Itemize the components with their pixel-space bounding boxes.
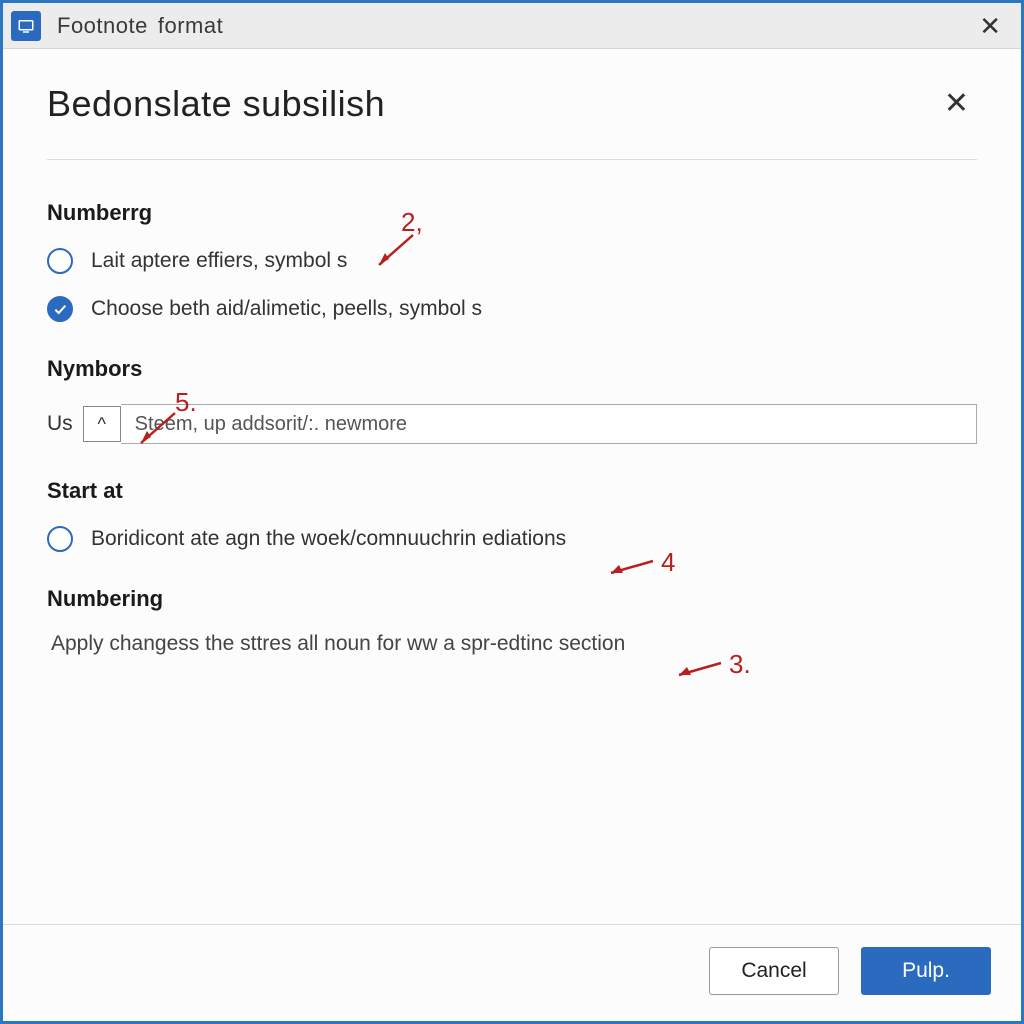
radio-label: Lait aptere effiers, symbol s bbox=[91, 249, 347, 273]
app-icon bbox=[11, 11, 41, 41]
divider bbox=[47, 159, 977, 160]
radio-label: Choose beth aid/alimetic, peells, symbol… bbox=[91, 297, 482, 321]
combo-input[interactable]: Steem, up addsorit/:. newmore bbox=[121, 404, 977, 444]
us-label: Us bbox=[47, 412, 73, 436]
dialog-footer: Cancel Pulp. bbox=[3, 924, 1021, 1021]
primary-button[interactable]: Pulp. bbox=[861, 947, 991, 995]
radio-label: Boridicont ate agn the woek/comnuuchrin … bbox=[91, 527, 566, 551]
section-label-nymbors: Nymbors bbox=[47, 356, 977, 382]
dialog-content: Bedonslate subsilish ✕ Numberrg Lait apt… bbox=[3, 49, 1021, 924]
cancel-button[interactable]: Cancel bbox=[709, 947, 839, 995]
section-label-numberrg: Numberrg bbox=[47, 200, 977, 226]
stepper-up-button[interactable]: ^ bbox=[83, 406, 121, 442]
window-close-button[interactable]: ✕ bbox=[969, 9, 1011, 43]
dialog-heading: Bedonslate subsilish bbox=[47, 83, 385, 125]
dialog-window: Footnoteformat ✕ Bedonslate subsilish ✕ … bbox=[0, 0, 1024, 1024]
radio-option-start-at[interactable]: Boridicont ate agn the woek/comnuuchrin … bbox=[47, 526, 977, 552]
section-label-start-at: Start at bbox=[47, 478, 977, 504]
combo-text: Steem, up addsorit/:. newmore bbox=[135, 413, 407, 436]
radio-option-2[interactable]: Choose beth aid/alimetic, peells, symbol… bbox=[47, 296, 977, 322]
titlebar: Footnoteformat ✕ bbox=[3, 3, 1021, 49]
radio-icon[interactable] bbox=[47, 526, 73, 552]
window-title: Footnoteformat bbox=[57, 13, 223, 39]
radio-icon-checked[interactable] bbox=[47, 296, 73, 322]
nymbors-row: Us ^ Steem, up addsorit/:. newmore bbox=[47, 404, 977, 444]
numbering-description: Apply changess the sttres all noun for w… bbox=[47, 632, 977, 656]
caret-up-icon: ^ bbox=[97, 414, 105, 435]
section-label-numbering: Numbering bbox=[47, 586, 977, 612]
dialog-close-button[interactable]: ✕ bbox=[936, 87, 977, 121]
radio-icon[interactable] bbox=[47, 248, 73, 274]
radio-option-1[interactable]: Lait aptere effiers, symbol s bbox=[47, 248, 977, 274]
